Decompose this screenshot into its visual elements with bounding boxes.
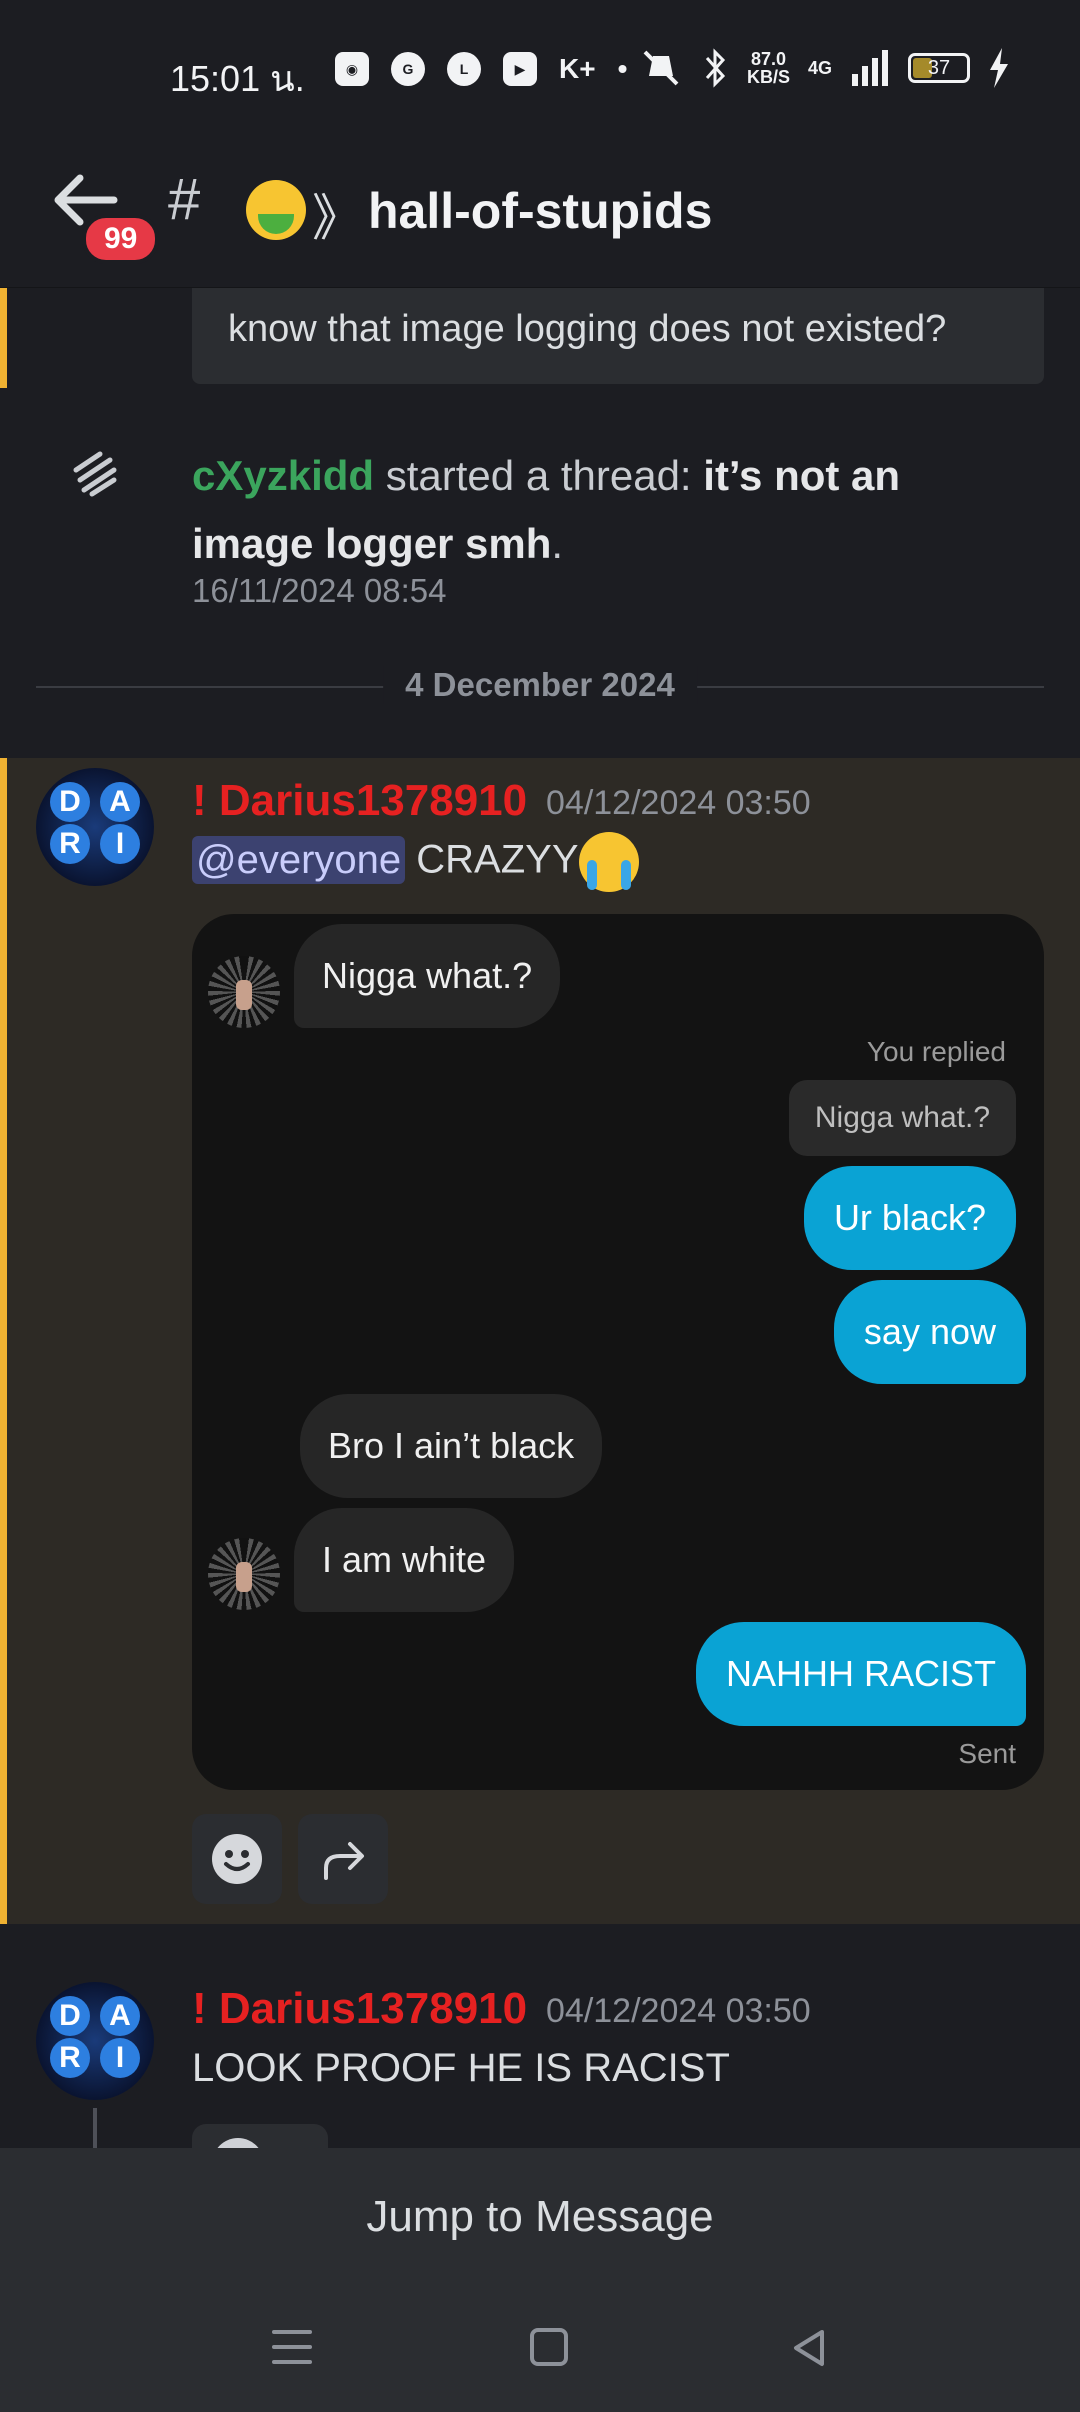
chat-bubble-outgoing: NAHHH RACIST [695, 1622, 1026, 1726]
chat-bubble-incoming: Nigga what.? [294, 924, 561, 1028]
home-icon[interactable] [530, 2328, 568, 2366]
message-timestamp: 04/12/2024 03:50 [546, 784, 811, 822]
charging-icon [990, 48, 1008, 88]
thread-icon [73, 451, 117, 497]
thread-author[interactable]: cXyzkidd [192, 452, 374, 499]
jump-to-message-bar[interactable]: Jump to Message [0, 2148, 1080, 2288]
everyone-mention[interactable]: @everyone [192, 835, 406, 884]
reply-thread-line [93, 2108, 97, 2148]
double-chevron-icon: 》 [312, 190, 362, 246]
signal-icon [852, 50, 888, 86]
contact-avatar [208, 956, 280, 1028]
avatar[interactable]: D A R I [36, 768, 154, 886]
mute-icon [643, 50, 679, 86]
thread-timestamp: 16/11/2024 08:54 [192, 572, 447, 609]
status-bar: 15:01 น. ◉ G L ▶ K+ • 87.0 KB/S 4G 37 [0, 0, 1080, 140]
reply-preview-text: know that image logging does not existed… [228, 308, 947, 350]
system-icons: 87.0 KB/S 4G 37 [639, 48, 1010, 88]
thread-event-text: cXyzkidd started a thread: it’s not an i… [192, 452, 901, 567]
you-replied-label: You replied [866, 1036, 1006, 1067]
hash-icon: # [168, 167, 201, 232]
highlight-bar [0, 288, 7, 388]
highlight-bar [0, 758, 7, 1924]
line-icon: L [447, 52, 481, 86]
google-icon: G [391, 52, 425, 86]
forward-icon [324, 1842, 364, 1880]
k-plus-icon: K+ [559, 53, 596, 84]
channel-header: 99 # 》 hall-of-stupids [0, 140, 1080, 288]
chat-bubble-outgoing: say now [833, 1280, 1026, 1384]
channel-name[interactable]: hall-of-stupids [368, 182, 712, 240]
youtube-icon: ▶ [503, 52, 537, 86]
highlighted-message[interactable]: D A R I ! Darius1378910 04/12/2024 03:50… [0, 758, 1080, 1924]
notification-icons: ◉ G L ▶ K+ • [335, 52, 627, 86]
add-reaction-icon [212, 1834, 262, 1884]
attached-screenshot[interactable]: Nigga what.? You replied Nigga what.? Ur… [192, 914, 1044, 1790]
unread-badge: 99 [82, 214, 160, 264]
message-content: @everyone CRAZYY [192, 832, 639, 892]
quoted-message: Nigga what.? [788, 1080, 1016, 1156]
back-triangle-icon[interactable] [790, 2328, 830, 2368]
system-nav-bar [0, 2288, 1080, 2412]
discord-icon: ◉ [335, 52, 369, 86]
dot-icon: • [617, 53, 628, 84]
message-content: LOOK PROOF HE IS RACIST [192, 2046, 730, 2090]
nauseated-emoji-icon [246, 180, 306, 240]
chat-bubble-outgoing: Ur black? [803, 1166, 1016, 1270]
chat-bubble-incoming: Bro I ain’t black [300, 1394, 603, 1498]
sent-status: Sent [958, 1738, 1016, 1769]
message-timestamp: 04/12/2024 03:50 [546, 1992, 811, 2030]
forward-button[interactable] [298, 1814, 388, 1904]
net-speed: 87.0 KB/S [746, 49, 790, 87]
battery-icon: 37 [908, 53, 970, 83]
username[interactable]: ! Darius1378910 [192, 776, 527, 826]
status-time: 15:01 น. [170, 58, 305, 99]
network-type: 4G [807, 58, 832, 78]
date-divider: 4 December 2024 [383, 666, 697, 704]
thread-created-message: cXyzkidd started a thread: it’s not an i… [0, 388, 1080, 758]
avatar[interactable]: D A R I [36, 1982, 154, 2100]
message[interactable]: D A R I ! Darius1378910 04/12/2024 03:50… [0, 1924, 1080, 2164]
previous-message-reply: know that image logging does not existed… [0, 288, 1080, 388]
bluetooth-icon [705, 48, 726, 88]
add-reaction-button[interactable] [192, 1814, 282, 1904]
crying-emoji-icon [578, 832, 639, 892]
contact-avatar [208, 1538, 280, 1610]
chat-bubble-incoming: I am white [294, 1508, 515, 1612]
jump-to-message-label: Jump to Message [366, 2192, 714, 2241]
username[interactable]: ! Darius1378910 [192, 1984, 527, 2034]
recent-apps-icon[interactable] [272, 2330, 312, 2364]
